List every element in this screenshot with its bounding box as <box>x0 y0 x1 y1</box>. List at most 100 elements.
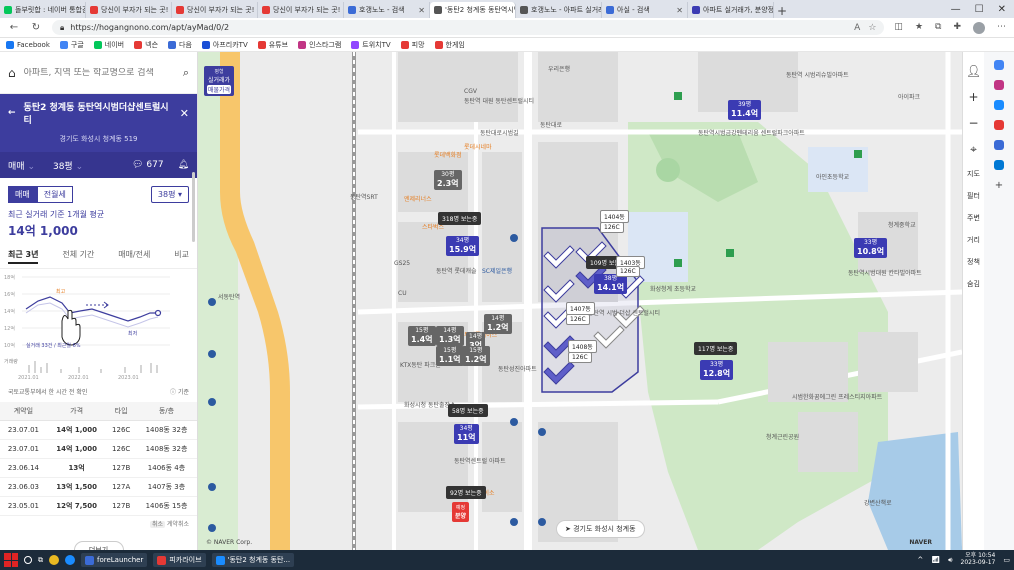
browser-tab[interactable]: 당신이 부자가 되는 곳! 돌✕ <box>172 2 258 18</box>
dong-chip[interactable]: 126C <box>566 314 590 325</box>
price-marker-gray[interactable]: 15평 1.4억 <box>408 326 436 347</box>
tray-chevron-icon[interactable]: ^ <box>917 556 923 564</box>
chrome-icon[interactable] <box>49 555 59 565</box>
office-icon[interactable] <box>994 140 1004 150</box>
viewer-count-pill[interactable]: 92명 보는중 <box>446 486 486 499</box>
bookmark-item[interactable]: 트위치TV <box>351 40 391 50</box>
price-marker[interactable]: 34평 15.9억 <box>446 236 480 257</box>
my-location-icon[interactable]: ⌖ <box>970 142 977 157</box>
user-icon[interactable]: 👤︎ <box>966 64 981 78</box>
back-icon[interactable]: ← <box>8 22 20 33</box>
bookmark-item[interactable]: 한게임 <box>434 40 465 50</box>
dong-chip[interactable]: 126C <box>568 352 592 363</box>
tab-close-icon[interactable]: ✕ <box>676 6 683 15</box>
table-row[interactable]: 23.07.01 14억 1,000 126C 1408동 32층 <box>0 439 197 459</box>
browser-tab[interactable]: 돌부릿합 : 네이버 통합검색✕ <box>0 2 86 18</box>
more-button[interactable]: 더보기 <box>73 541 124 550</box>
extensions-icon[interactable]: ✚ <box>953 22 961 34</box>
bookmark-item[interactable]: 피망 <box>400 40 425 50</box>
games-icon[interactable] <box>994 120 1004 130</box>
info-basis[interactable]: ⓘ 기준 <box>170 387 189 396</box>
network-icon[interactable]: 📶︎ <box>931 556 940 564</box>
browser-tab[interactable]: 호갱노노 - 검색 ✕ <box>344 2 430 18</box>
add-sidebar-icon[interactable]: + <box>995 180 1003 191</box>
refresh-icon[interactable]: ↻ <box>30 22 42 33</box>
presale-marker[interactable]: 예정 분양 <box>452 502 470 522</box>
rail-item[interactable]: 지도 <box>967 169 980 179</box>
price-marker-gray[interactable]: 15평 1.2억 <box>462 346 490 367</box>
comment-button[interactable]: 💬︎ 677 <box>132 160 164 170</box>
bell-icon[interactable]: 🔔︎ <box>178 160 189 170</box>
search-icon[interactable]: ⌕ <box>183 66 189 80</box>
price-marker-gray[interactable]: 15평 1.1억 <box>436 346 464 367</box>
price-marker[interactable]: 34평 11억 <box>454 424 479 445</box>
taskbar-app[interactable]: 피카라이브 <box>153 553 206 567</box>
size-select[interactable]: 38평 ▾ <box>150 186 189 203</box>
period-tab[interactable]: 매매/전세 <box>118 249 150 264</box>
bookmark-item[interactable]: 유튜브 <box>257 40 288 50</box>
taskbar-app[interactable]: '동탄2 청계동 동탄... <box>211 553 295 567</box>
maximize-icon[interactable]: ☐ <box>975 4 984 15</box>
bookmark-item[interactable]: Facebook <box>6 40 50 49</box>
zoom-out-icon[interactable]: − <box>968 116 978 130</box>
minimize-icon[interactable]: — <box>951 4 961 15</box>
bookmark-item[interactable]: 다음 <box>168 40 192 50</box>
search-input[interactable] <box>23 67 175 78</box>
size-dropdown[interactable]: 38평 ⌄ <box>53 159 83 172</box>
bookmark-item[interactable]: 구글 <box>59 40 84 50</box>
read-aloud-icon[interactable]: A <box>854 23 860 33</box>
dong-chip[interactable]: 126C <box>616 266 640 277</box>
browser-tab[interactable]: 당신이 부자가 되는 곳! 돌✕ <box>86 2 172 18</box>
search-sidebar-icon[interactable] <box>994 60 1004 70</box>
price-marker[interactable]: 33평 10.8억 <box>854 238 888 259</box>
bookmark-item[interactable]: 아프리카TV <box>201 40 248 50</box>
zoom-in-icon[interactable]: + <box>968 90 978 104</box>
bookmark-item[interactable]: 넥슨 <box>134 40 158 50</box>
period-tab[interactable]: 비교 <box>174 249 189 264</box>
back-arrow-icon[interactable]: ← <box>8 108 16 118</box>
favorite-star-icon[interactable]: ☆ <box>868 23 876 33</box>
viewer-count-pill[interactable]: 58명 보는중 <box>448 404 488 417</box>
collections-icon[interactable]: ⧉ <box>935 22 941 34</box>
price-marker-gray[interactable]: 14평 1.3억 <box>436 326 464 347</box>
price-marker[interactable]: 33평 12.8억 <box>700 360 734 381</box>
period-tab[interactable]: 전체 기간 <box>62 249 94 264</box>
edge-icon[interactable] <box>65 555 75 565</box>
table-row[interactable]: 23.05.01 12억 7,500 127B 1406동 15층 <box>0 496 197 516</box>
browser-tab[interactable]: 당신이 부자가 되는 곳! 돌✕ <box>258 2 344 18</box>
rail-item[interactable]: 주변 <box>967 213 980 223</box>
price-marker-gray[interactable]: 30평 2.3억 <box>434 170 462 191</box>
rail-item[interactable]: 정책 <box>967 257 980 267</box>
tools-icon[interactable] <box>994 100 1004 110</box>
start-button[interactable] <box>4 553 18 567</box>
browser-tab[interactable]: 아파트 실거래가, 분양정보✕ <box>688 2 774 18</box>
price-marker-selected[interactable]: 38평 14.1억 <box>594 274 628 295</box>
panel-scrollbar[interactable] <box>192 172 195 242</box>
browser-tab[interactable]: 호갱노노 - 아파트 실거래✕ <box>516 2 602 18</box>
browser-tab[interactable]: 아실 - 검색 ✕ <box>602 2 688 18</box>
profile-avatar[interactable] <box>973 21 985 34</box>
shopping-icon[interactable] <box>994 80 1004 90</box>
rail-item[interactable]: 숨김 <box>967 279 980 289</box>
url-field[interactable]: 🔒︎ https://hogangnono.com/apt/ayMad/0/2 … <box>52 20 885 35</box>
new-tab-button[interactable]: + <box>774 4 790 18</box>
table-row[interactable]: 23.06.14 13억 127B 1406동 4층 <box>0 458 197 478</box>
table-row[interactable]: 23.06.03 13억 1,500 127A 1407동 3층 <box>0 477 197 497</box>
map-area[interactable]: 평형 실거래가 매물가격 롯데백화점 CGV 엔제리너스 스타벅스 동탄역 롯데캐슬 SC… <box>198 52 962 550</box>
bookmark-item[interactable]: 인스타그램 <box>298 40 341 50</box>
notification-icon[interactable]: ▭ <box>1003 556 1010 564</box>
rail-item[interactable]: 거리 <box>967 235 980 245</box>
close-icon[interactable]: ✕ <box>998 4 1006 15</box>
browser-tab[interactable]: '동탄2 청계동 동탄역시범✕ <box>430 2 516 18</box>
outlook-icon[interactable] <box>994 160 1004 170</box>
tab-close-icon[interactable]: ✕ <box>418 6 425 15</box>
home-icon[interactable]: ⌂ <box>8 66 16 80</box>
favorites-icon[interactable]: ★ <box>915 22 923 34</box>
volume-icon[interactable]: 🔊︎ <box>948 556 952 565</box>
deal-type-dropdown[interactable]: 매매 ⌄ <box>8 159 35 172</box>
bookmark-item[interactable]: 네이버 <box>93 40 124 50</box>
clock[interactable]: 오후 10:54 2023-09-17 <box>961 553 996 566</box>
viewer-count-pill[interactable]: 117명 보는중 <box>694 342 738 355</box>
dong-chip[interactable]: 126C <box>600 222 624 233</box>
more-menu-icon[interactable]: ⋯ <box>997 22 1006 34</box>
